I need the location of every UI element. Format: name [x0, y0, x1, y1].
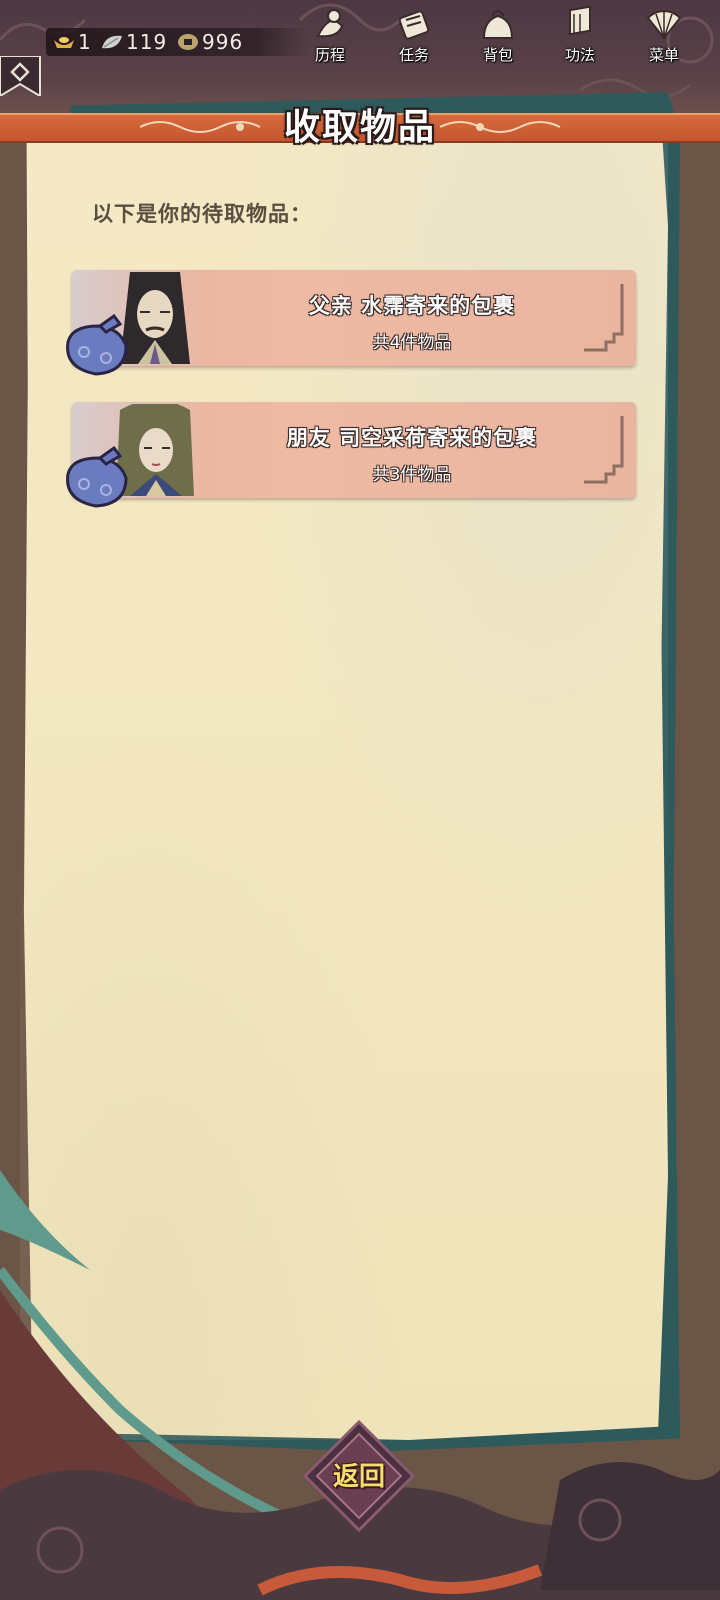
parcel-item-father[interactable]: 父亲 水霈寄来的包裹 共4件物品: [66, 270, 636, 376]
parcel-count: 共4件物品: [372, 333, 452, 353]
parcel-sender: 朋友 司空采荷寄来的包裹: [286, 426, 538, 450]
resource-leaf: 119: [100, 30, 167, 54]
pending-items-prompt: 以下是你的待取物品：: [92, 202, 312, 226]
back-button[interactable]: 返回: [302, 1419, 416, 1533]
task-icon: [398, 10, 430, 40]
parcel-bundle-icon: [66, 446, 128, 508]
page-title: 收取物品: [283, 107, 436, 148]
ingot-icon: [54, 37, 74, 48]
parcel-bundle-icon: [66, 314, 128, 376]
parcel-count: 共3件物品: [372, 465, 452, 485]
resource-ingot: 1: [52, 30, 92, 54]
coin-icon: [178, 34, 198, 50]
card-corner-ornament-icon: [584, 416, 624, 484]
profile-tab-icon[interactable]: [0, 56, 42, 96]
nav-task-button[interactable]: 任务: [382, 6, 446, 68]
leaf-icon: [102, 35, 122, 49]
fan-icon: [646, 10, 682, 40]
bottom-landscape-decoration: [0, 1170, 720, 1600]
journey-icon: [316, 9, 344, 38]
parcel-item-friend[interactable]: 朋友 司空采荷寄来的包裹 共3件物品: [66, 402, 636, 508]
nav-bag-button[interactable]: 背包: [466, 6, 530, 68]
nav-journey-button[interactable]: 历程: [298, 6, 362, 68]
bag-icon: [482, 10, 514, 39]
resource-coin: 996: [176, 30, 243, 54]
card-corner-ornament-icon: [584, 284, 624, 352]
scroll-icon: [569, 6, 591, 36]
parcel-sender: 父亲 水霈寄来的包裹: [308, 294, 516, 318]
nav-menu-button[interactable]: 菜单: [632, 6, 696, 68]
nav-skills-button[interactable]: 功法: [548, 6, 612, 68]
